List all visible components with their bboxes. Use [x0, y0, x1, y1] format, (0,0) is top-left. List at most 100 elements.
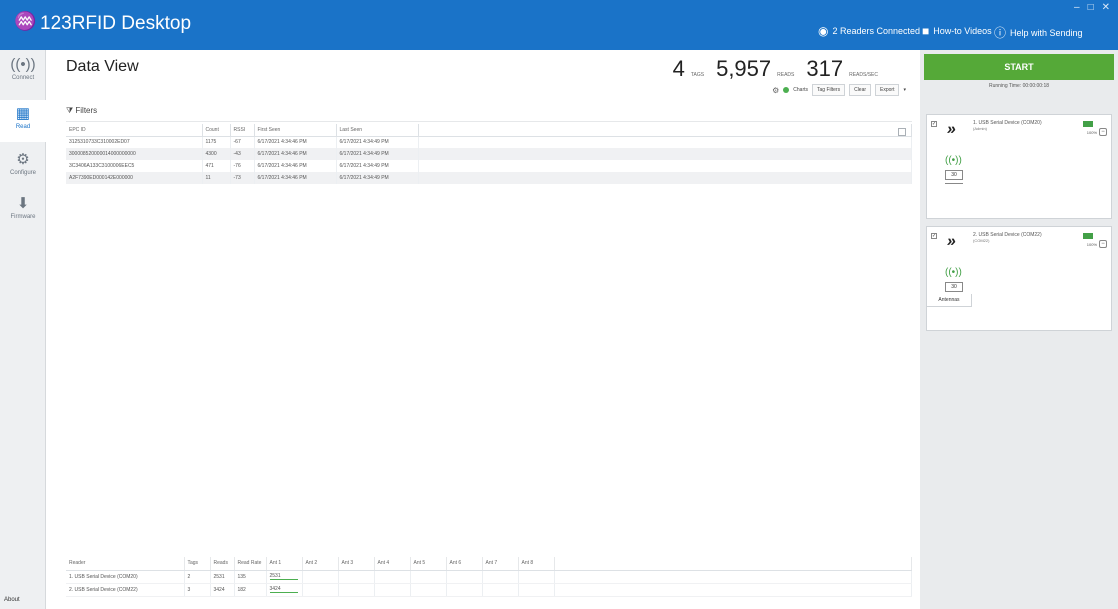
clear-button[interactable]: Clear	[849, 84, 872, 96]
antenna-slider[interactable]	[945, 183, 963, 184]
table-row[interactable]: 1. USB Serial Device (COM20) 2 2531 135 …	[66, 570, 912, 584]
tab-antennas[interactable]: Antennas	[926, 294, 972, 307]
col-ant-2[interactable]: Ant 2	[302, 557, 339, 571]
table-row[interactable]: 3125310733C310002ED07 1175 -67 6/17/2021…	[66, 136, 912, 148]
col-read-rate[interactable]: Read Rate	[234, 557, 267, 571]
col-ant-8[interactable]: Ant 8	[518, 557, 555, 571]
info-icon: ⓘ	[994, 26, 1007, 40]
first-seen-cell: 6/17/2021 4:34:46 PM	[254, 160, 337, 172]
filler-cell	[418, 148, 912, 160]
epc-cell: 3C3406A133C3100006EEC5	[66, 160, 203, 172]
nav-configure[interactable]: ⚙ Configure	[0, 146, 46, 188]
minimize-icon[interactable]: –	[1074, 2, 1080, 13]
col-ant-3[interactable]: Ant 3	[338, 557, 375, 571]
col-last-seen[interactable]: Last Seen	[336, 124, 419, 137]
how-to-videos-link[interactable]: ■ How-to Videos	[922, 24, 992, 38]
help-link[interactable]: ⓘ Help with Sending	[994, 24, 1083, 41]
col-ant-4[interactable]: Ant 4	[374, 557, 411, 571]
nav-about[interactable]: About	[4, 597, 20, 603]
reads-cell: 3424	[210, 583, 235, 597]
broadcast-icon: ((•))	[10, 56, 36, 73]
tags-cell: 3	[184, 583, 211, 597]
read-grid-icon: ▦	[15, 105, 31, 122]
col-tags[interactable]: Tags	[184, 557, 211, 571]
download-icon: ⬇	[16, 195, 30, 212]
status-dot-icon	[783, 87, 790, 93]
tag-filters-button[interactable]: Tag Filters	[812, 84, 846, 96]
first-seen-cell: 6/17/2021 4:34:46 PM	[254, 172, 337, 184]
epc-cell: 300008520000014000000000	[66, 148, 203, 160]
maximize-icon[interactable]: □	[1088, 2, 1094, 13]
rssi-cell: -43	[230, 148, 255, 160]
collapse-minus-icon[interactable]: −	[1099, 240, 1107, 248]
ant-cell	[446, 583, 483, 597]
settings-gear-icon[interactable]: ⚙	[772, 86, 779, 95]
table-row[interactable]: 2. USB Serial Device (COM22) 3 3424 182 …	[66, 583, 912, 597]
tags-cell: 2	[184, 570, 211, 584]
antenna-power-field[interactable]: 30	[945, 282, 963, 292]
col-filler	[418, 124, 912, 137]
ant-cell	[410, 583, 447, 597]
antenna-power-field[interactable]: 30	[945, 170, 963, 180]
tag-table-header: EPC ID Count RSSI First Seen Last Seen	[66, 124, 912, 137]
ant-cell	[518, 570, 555, 584]
battery-percent: 100%	[1086, 242, 1097, 247]
table-row[interactable]: A2F7390ED000142E000000 11 -73 6/17/2021 …	[66, 172, 912, 184]
start-button[interactable]: START	[924, 54, 1114, 80]
tags-count: 4	[672, 56, 685, 81]
antenna-icon[interactable]: ((•))	[945, 267, 962, 278]
reader-cell: 2. USB Serial Device (COM22)	[66, 583, 185, 597]
filters-bar[interactable]: ⧩ Filters	[66, 106, 912, 122]
antenna-icon[interactable]: ((•))	[945, 155, 962, 166]
epc-cell: 3125310733C310002ED07	[66, 136, 203, 148]
ant-cell	[482, 583, 519, 597]
antenna-broadcast-icon: ◉	[818, 24, 829, 38]
export-button[interactable]: Export	[875, 84, 900, 96]
charts-button[interactable]: Charts	[793, 87, 808, 93]
reader-card-1[interactable]: ✓ » 1. USB Serial Device (COM20) (Admin)…	[926, 114, 1112, 219]
data-view-panel: Data View 4 TAGS 5,957 READS 317 READS/S…	[46, 50, 920, 609]
chevron-down-icon[interactable]: ▾	[903, 87, 906, 93]
reader-device-icon: »	[945, 233, 958, 250]
col-epc-id[interactable]: EPC ID	[66, 124, 203, 137]
reader-name: 1. USB Serial Device (COM20)	[973, 120, 1042, 126]
last-seen-cell: 6/17/2021 4:34:49 PM	[336, 160, 419, 172]
video-camera-icon: ■	[922, 24, 930, 38]
nav-firmware[interactable]: ⬇ Firmware	[0, 190, 46, 232]
reader-device-icon: »	[945, 121, 958, 138]
col-ant-6[interactable]: Ant 6	[446, 557, 483, 571]
nav-read[interactable]: ▦ Read	[0, 100, 46, 142]
table-row[interactable]: 300008520000014000000000 4300 -43 6/17/2…	[66, 148, 912, 160]
ant-1-cell: 2531	[266, 570, 303, 584]
filter-icon: ⧩	[66, 106, 74, 115]
col-ant-7[interactable]: Ant 7	[482, 557, 519, 571]
count-cell: 11	[202, 172, 231, 184]
col-filler	[554, 557, 912, 571]
collapse-minus-icon[interactable]: −	[1099, 128, 1107, 136]
readers-connected-indicator[interactable]: ◉ 2 Readers Connected	[818, 24, 920, 38]
close-icon[interactable]: ✕	[1102, 2, 1110, 13]
filler-cell	[554, 583, 912, 597]
col-reader[interactable]: Reader	[66, 557, 185, 571]
col-reads[interactable]: Reads	[210, 557, 235, 571]
col-count[interactable]: Count	[202, 124, 231, 137]
running-time: Running Time: 00:00:00:18	[988, 83, 1050, 89]
col-ant-5[interactable]: Ant 5	[410, 557, 447, 571]
epc-cell: A2F7390ED000142E000000	[66, 172, 203, 184]
reader-checkbox[interactable]: ✓	[931, 121, 937, 127]
col-ant-1[interactable]: Ant 1	[266, 557, 303, 571]
reader-control-panel: START Running Time: 00:00:00:18 ✓ » 1. U…	[920, 50, 1118, 609]
data-toolbar: ⚙ Charts Tag Filters Clear Export ▾	[772, 84, 906, 96]
reader-card-2[interactable]: ✓ » 2. USB Serial Device (COM22) (COM22)…	[926, 226, 1112, 331]
reader-cell: 1. USB Serial Device (COM20)	[66, 570, 185, 584]
reader-checkbox[interactable]: ✓	[931, 233, 937, 239]
reads-count: 5,957	[716, 56, 772, 81]
app-title: 123RFID Desktop	[40, 13, 192, 34]
col-rssi[interactable]: RSSI	[230, 124, 255, 137]
nav-connect[interactable]: ((•)) Connect	[0, 52, 46, 94]
col-first-seen[interactable]: First Seen	[254, 124, 337, 137]
last-seen-cell: 6/17/2021 4:34:49 PM	[336, 172, 419, 184]
table-row[interactable]: 3C3406A133C3100006EEC5 471 -76 6/17/2021…	[66, 160, 912, 172]
count-cell: 4300	[202, 148, 231, 160]
zebra-logo-icon: ♒	[14, 11, 37, 31]
